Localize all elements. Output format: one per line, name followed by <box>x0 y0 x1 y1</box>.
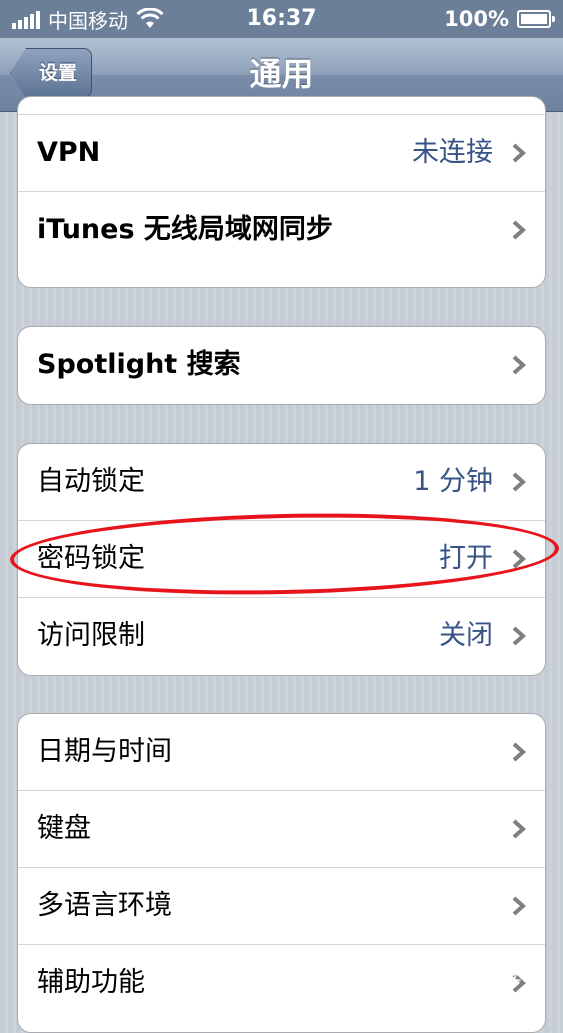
chevron-right-icon <box>512 626 527 646</box>
chevron-right-icon <box>512 472 527 492</box>
row-value: 关闭 <box>439 620 493 651</box>
row-label: 自动锁定 <box>37 466 145 497</box>
chevron-right-icon <box>512 896 527 916</box>
row-label: Spotlight 搜索 <box>37 349 241 380</box>
chevron-right-icon <box>512 355 527 375</box>
settings-group-lock: 自动锁定 1 分钟 密码锁定 打开 访问限制 关闭 <box>17 443 546 676</box>
row-label: iTunes 无线局域网同步 <box>37 214 333 245</box>
settings-row-auto-lock[interactable]: 自动锁定 1 分钟 <box>18 444 545 521</box>
chevron-right-icon <box>512 819 527 839</box>
chevron-right-icon <box>512 549 527 569</box>
row-label: 多语言环境 <box>37 890 172 921</box>
settings-group-spotlight: Spotlight 搜索 <box>17 326 546 405</box>
settings-row-itunes-wifi-sync[interactable]: iTunes 无线局域网同步 <box>18 192 545 269</box>
watermark-logo: Bai 经验 <box>458 961 541 985</box>
row-value: 未连接 <box>412 137 493 168</box>
chevron-right-icon <box>512 742 527 762</box>
settings-row-keyboard[interactable]: 键盘 <box>18 791 545 868</box>
settings-row-spotlight-search[interactable]: Spotlight 搜索 <box>18 327 545 404</box>
settings-row-international[interactable]: 多语言环境 <box>18 868 545 945</box>
settings-group-network: VPN 未连接 iTunes 无线局域网同步 <box>17 96 546 288</box>
row-value: 1 分钟 <box>413 466 493 497</box>
chevron-right-icon <box>512 220 527 240</box>
battery-icon <box>517 10 555 28</box>
chevron-right-icon <box>512 143 527 163</box>
hidden-row-sliver <box>18 97 545 115</box>
row-label: 辅助功能 <box>37 967 145 998</box>
row-label: VPN <box>37 137 101 168</box>
settings-row-restrictions[interactable]: 访问限制 关闭 <box>18 598 545 675</box>
row-value: 打开 <box>439 543 493 574</box>
row-label: 密码锁定 <box>37 543 145 574</box>
row-label: 日期与时间 <box>37 736 172 767</box>
row-label: 键盘 <box>37 813 91 844</box>
battery-percentage: 100% <box>444 7 509 31</box>
settings-row-date-time[interactable]: 日期与时间 <box>18 714 545 791</box>
row-label: 访问限制 <box>37 620 145 651</box>
settings-row-passcode-lock[interactable]: 密码锁定 打开 <box>18 521 545 598</box>
status-bar: 中国移动 16:37 100% <box>0 0 563 38</box>
settings-row-vpn[interactable]: VPN 未连接 <box>18 115 545 192</box>
